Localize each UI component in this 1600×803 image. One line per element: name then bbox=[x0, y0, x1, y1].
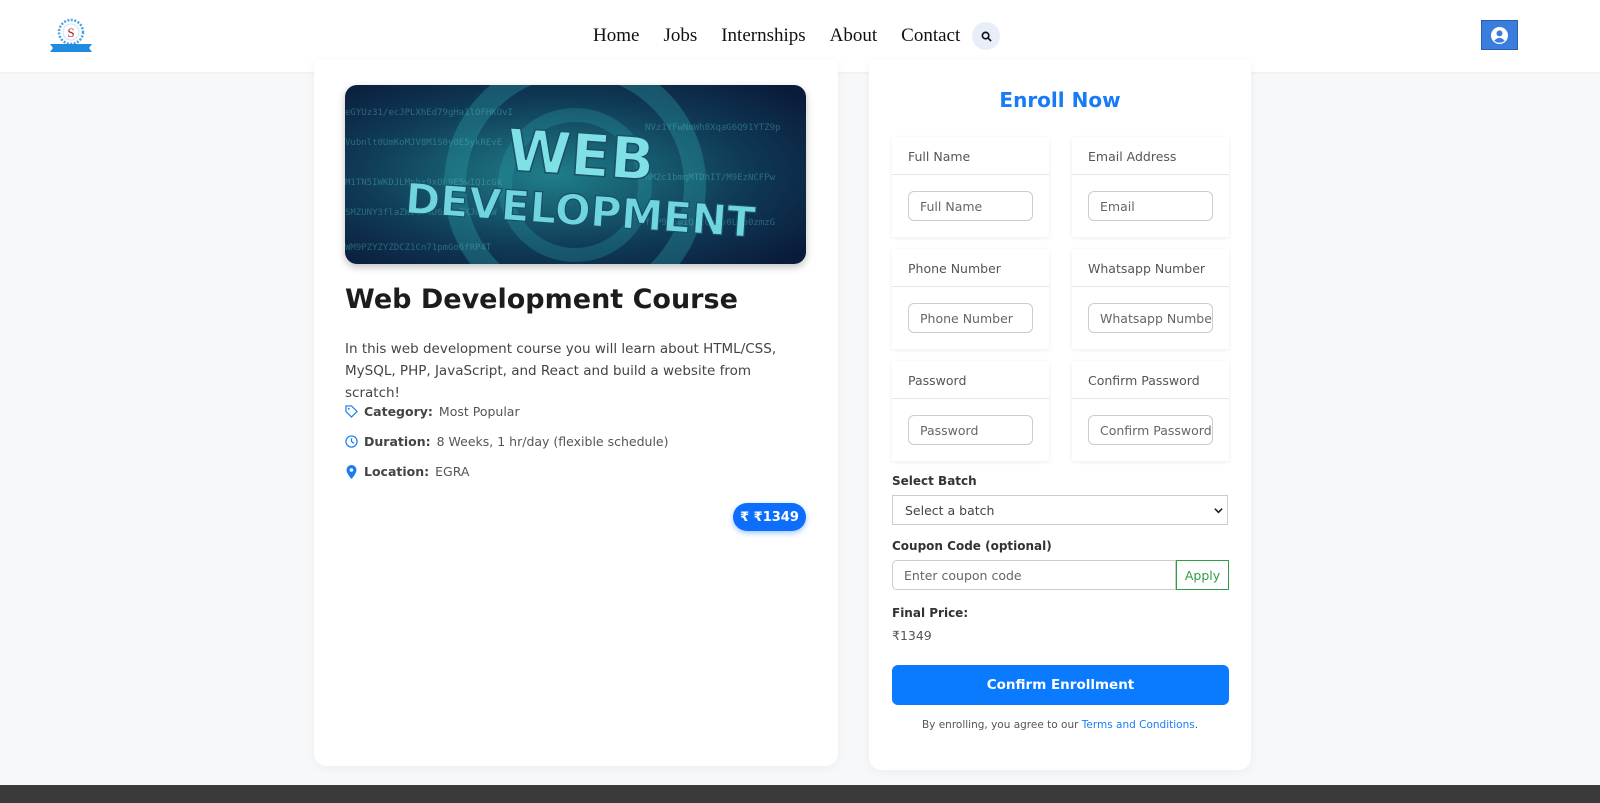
svg-text:Vubnlt0UmKoMJV8M1S0yOE5ykREvE: Vubnlt0UmKoMJV8M1S0yOE5ykREvE bbox=[345, 138, 502, 148]
field-label: Full Name bbox=[892, 137, 1049, 175]
nav-internships[interactable]: Internships bbox=[721, 25, 805, 47]
svg-text:hM2c1bmqMTDhIT/M9EzNCFPw: hM2c1bmqMTDhIT/M9EzNCFPw bbox=[645, 173, 776, 183]
screen-bottom-edge bbox=[0, 785, 1600, 803]
tag-icon bbox=[345, 405, 358, 418]
field-label: Confirm Password bbox=[1072, 361, 1229, 399]
field-label: Email Address bbox=[1072, 137, 1229, 175]
field-full-name: Full Name Full Name bbox=[892, 137, 1049, 237]
map-pin-icon bbox=[346, 464, 357, 479]
chevron-down-icon bbox=[1214, 508, 1223, 514]
phone-input[interactable]: Phone Number bbox=[908, 303, 1033, 333]
enroll-form: Enroll Now Full Name Full Name Email Addr… bbox=[869, 60, 1251, 770]
field-confirm-password: Confirm Password Confirm Password bbox=[1072, 361, 1229, 461]
nav-about[interactable]: About bbox=[830, 25, 878, 47]
terms-link[interactable]: Terms and Conditions bbox=[1082, 719, 1195, 731]
final-price-label: Final Price: bbox=[892, 606, 969, 620]
password-input[interactable]: Password bbox=[908, 415, 1033, 445]
user-account-button[interactable] bbox=[1481, 20, 1518, 50]
svg-text:NVz1YFwNmWh8XqaG6Q91YTZ9p: NVz1YFwNmWh8XqaG6Q91YTZ9p bbox=[645, 123, 780, 133]
nav-home[interactable]: Home bbox=[593, 25, 639, 47]
course-image: eGYUz31/ecJPLXhEd79gHa1lOFHKOvI Vubnlt0Um… bbox=[345, 85, 806, 264]
nav-contact[interactable]: Contact bbox=[901, 25, 960, 47]
confirm-enrollment-button[interactable]: Confirm Enrollment bbox=[892, 665, 1229, 705]
email-input[interactable]: Email bbox=[1088, 191, 1213, 221]
apply-coupon-button[interactable]: Apply bbox=[1176, 560, 1229, 590]
confirm-password-input[interactable]: Confirm Password bbox=[1088, 415, 1213, 445]
svg-text:S: S bbox=[67, 25, 74, 40]
svg-text:WM9PZYZYZDCZ1Cn71pmGo6fRP4T: WM9PZYZYZDCZ1Cn71pmGo6fRP4T bbox=[345, 243, 492, 253]
coupon-input[interactable]: Enter coupon code bbox=[892, 560, 1176, 590]
academy-logo[interactable]: S bbox=[48, 17, 94, 53]
terms-note: By enrolling, you agree to our Terms and… bbox=[921, 719, 1199, 731]
batch-select-value: Select a batch bbox=[905, 503, 995, 518]
field-label: Phone Number bbox=[892, 249, 1049, 287]
coupon-label: Coupon Code (optional) bbox=[892, 539, 1052, 553]
field-label: Whatsapp Number bbox=[1072, 249, 1229, 287]
price-badge: ₹ ₹1349 bbox=[733, 503, 806, 531]
whatsapp-input[interactable]: Whatsapp Number bbox=[1088, 303, 1213, 333]
course-description: In this web development course you will … bbox=[345, 341, 777, 401]
enroll-heading: Enroll Now bbox=[999, 88, 1121, 112]
field-label: Password bbox=[892, 361, 1049, 399]
course-title: Web Development Course bbox=[345, 284, 738, 315]
batch-label: Select Batch bbox=[892, 474, 977, 488]
user-circle-icon bbox=[1491, 26, 1508, 44]
field-email: Email Address Email bbox=[1072, 137, 1229, 237]
course-card: eGYUz31/ecJPLXhEd79gHa1lOFHKOvI Vubnlt0Um… bbox=[314, 60, 838, 766]
search-icon bbox=[981, 31, 992, 42]
meta-location: Location: EGRA bbox=[345, 464, 469, 479]
search-button[interactable] bbox=[972, 22, 1001, 50]
field-whatsapp: Whatsapp Number Whatsapp Number bbox=[1072, 249, 1229, 349]
clock-icon bbox=[345, 435, 358, 448]
full-name-input[interactable]: Full Name bbox=[908, 191, 1033, 221]
meta-duration: Duration: 8 Weeks, 1 hr/day (flexible sch… bbox=[345, 434, 668, 449]
field-phone: Phone Number Phone Number bbox=[892, 249, 1049, 349]
final-price-value: ₹1349 bbox=[892, 628, 932, 643]
batch-select[interactable]: Select a batch bbox=[892, 495, 1228, 525]
meta-category: Category: Most Popular bbox=[345, 404, 520, 419]
nav-jobs[interactable]: Jobs bbox=[663, 25, 697, 47]
svg-text:eGYUz31/ecJPLXhEd79gHa1lOFHKOv: eGYUz31/ecJPLXhEd79gHa1lOFHKOvI bbox=[345, 108, 513, 118]
field-password: Password Password bbox=[892, 361, 1049, 461]
